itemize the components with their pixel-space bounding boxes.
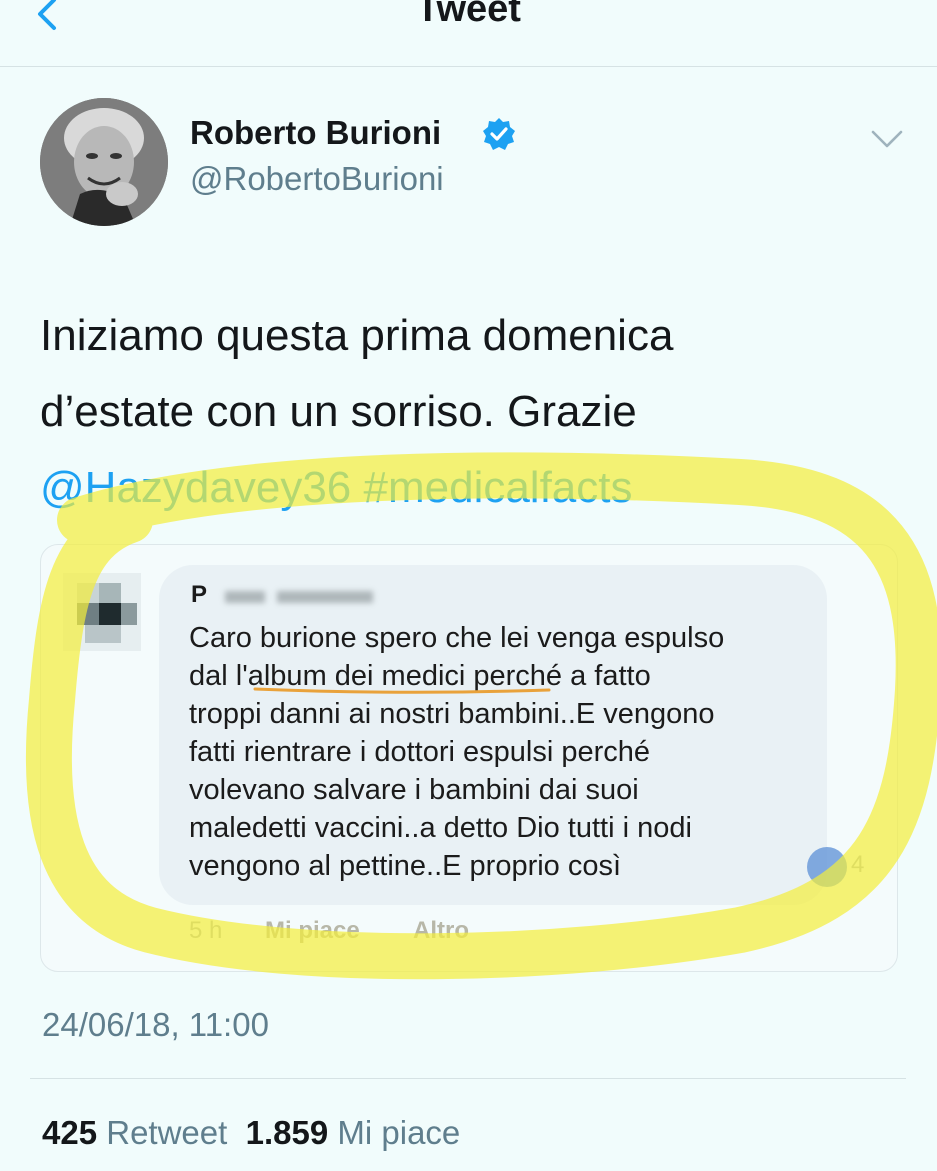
author-name[interactable]: Roberto Burioni bbox=[190, 114, 441, 152]
hand-drawn-underline bbox=[253, 687, 551, 694]
comment-text: Caro burione spero che lei venga espulso… bbox=[189, 619, 829, 885]
blurred-name bbox=[277, 591, 373, 603]
tweet-stats: 425 Retweet 1.859 Mi piace bbox=[42, 1114, 460, 1152]
comment-line: fatti rientrare i dottori espulsi perché bbox=[189, 736, 650, 768]
comment-time: 5 h bbox=[189, 917, 223, 944]
like-count[interactable]: 1.859 bbox=[246, 1114, 329, 1151]
verified-badge-icon bbox=[483, 118, 515, 150]
retweet-label[interactable]: Retweet bbox=[106, 1114, 227, 1151]
comment-line: maledetti vaccini..a detto Dio tutti i n… bbox=[189, 812, 692, 844]
mention-link[interactable]: @Hazydavey36 bbox=[40, 463, 351, 512]
commenter-name: P bbox=[191, 581, 208, 608]
comment-line: vengono al pettine..E proprio così bbox=[189, 850, 622, 882]
avatar[interactable] bbox=[40, 98, 168, 226]
comment-line: volevano salvare i bambini dai suoi bbox=[189, 774, 639, 806]
commenter-avatar bbox=[63, 573, 141, 651]
divider bbox=[30, 1078, 906, 1079]
comment-line: Caro burione spero che lei venga espulso bbox=[189, 622, 725, 654]
tweet-text: Iniziamo questa prima domenica d’estate … bbox=[40, 298, 900, 526]
page-title: Tweet bbox=[416, 0, 521, 30]
tweet-text-line: Iniziamo questa prima domenica bbox=[40, 311, 674, 360]
tweet-text-line: d’estate con un sorriso. Grazie bbox=[40, 387, 637, 436]
chevron-down-icon[interactable] bbox=[870, 126, 904, 152]
comment-like-link: Mi piace bbox=[265, 917, 360, 944]
tweet-timestamp: 24/06/18, 11:00 bbox=[42, 1006, 269, 1043]
comment-line: troppi danni ai nostri bambini..E vengon… bbox=[189, 698, 715, 730]
blurred-name bbox=[225, 591, 265, 603]
embedded-image[interactable]: P Caro burione spero che lei venga espul… bbox=[40, 544, 898, 972]
comment-more-link: Altro bbox=[413, 917, 469, 944]
like-label[interactable]: Mi piace bbox=[337, 1114, 460, 1151]
reaction-count: 4 bbox=[851, 851, 865, 878]
retweet-count[interactable]: 425 bbox=[42, 1114, 97, 1151]
top-navigation-bar: Tweet bbox=[0, 0, 937, 67]
author-handle[interactable]: @RobertoBurioni bbox=[190, 160, 444, 198]
avatar-image bbox=[40, 98, 168, 226]
like-reaction-icon bbox=[807, 847, 847, 887]
hashtag-link[interactable]: #medicalfacts bbox=[364, 463, 633, 512]
